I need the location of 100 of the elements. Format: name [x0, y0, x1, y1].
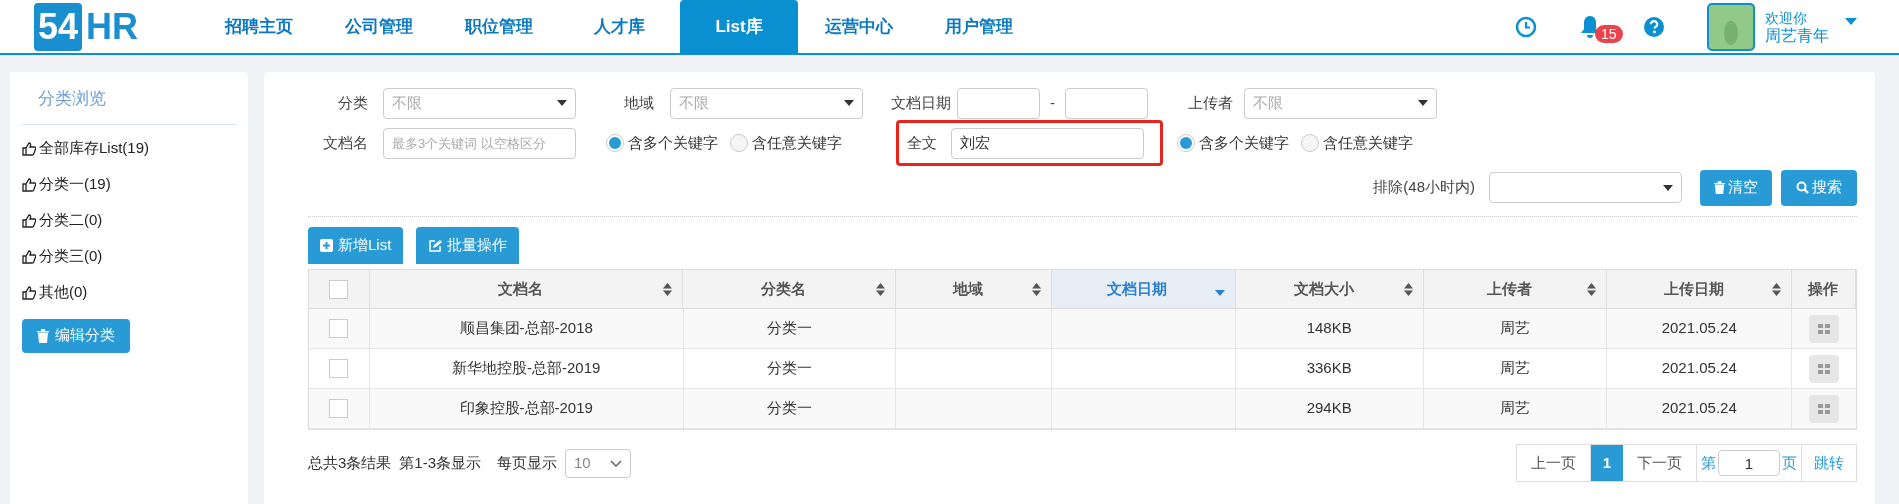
column-header[interactable]: 操作 [1792, 270, 1856, 308]
sidebar-item[interactable]: 全部库存List(19) [22, 130, 236, 167]
per-page-label: 每页显示 [497, 452, 558, 473]
trash-icon [1714, 181, 1725, 194]
trash-icon [37, 328, 49, 343]
filter-label: 文档日期 [890, 92, 951, 113]
nav-tab[interactable]: 运营中心 [800, 0, 918, 53]
nav-tab[interactable]: 职位管理 [440, 0, 558, 53]
chevron-down-icon [610, 459, 623, 467]
filter-label: 地域 [623, 92, 654, 113]
result-count: 总共3条结果 [308, 452, 392, 473]
nav-tab[interactable]: 用户管理 [920, 0, 1038, 53]
grid-icon [1818, 403, 1831, 414]
notification-count: 15 [1595, 24, 1623, 43]
select-placeholder: 不限 [679, 92, 709, 113]
end-date-field[interactable] [1065, 87, 1148, 119]
sort-icon[interactable] [1032, 282, 1041, 296]
thumbs-up-icon [22, 213, 36, 228]
column-header[interactable]: 上传者 [1423, 270, 1608, 308]
thumbs-up-icon [22, 177, 36, 192]
table-cell: 294KB [1235, 389, 1424, 428]
grid-icon [1818, 323, 1831, 334]
select-placeholder: 不限 [392, 92, 422, 113]
radio-option[interactable]: 含多个关键字 [606, 131, 718, 155]
table-cell: 2021.05.24 [1607, 389, 1793, 428]
sort-icon[interactable] [1772, 282, 1782, 296]
table-cell: 148KB [1235, 309, 1424, 348]
dropdown-caret-icon[interactable] [1845, 18, 1857, 25]
thumbs-up-icon [22, 141, 36, 156]
sort-icon[interactable] [1403, 282, 1413, 296]
row-checkbox[interactable] [329, 399, 349, 418]
row-checkbox[interactable] [329, 359, 349, 378]
column-header[interactable]: 上传日期 [1607, 270, 1793, 308]
logo[interactable]: 54 HR [34, 0, 169, 53]
sidebar-item[interactable]: 分类一(19) [22, 166, 236, 203]
doc-name-field[interactable]: 最多3个关键词 以空格区分 [383, 127, 576, 159]
filter-label: 上传者 [1187, 92, 1233, 113]
table-cell: 周艺 [1423, 309, 1608, 348]
radio-option[interactable]: 含任意关键字 [1301, 131, 1413, 155]
plus-icon [320, 239, 333, 252]
filter-label: 分类 [337, 92, 368, 113]
column-header[interactable]: 文档大小 [1235, 270, 1424, 308]
column-header[interactable]: 分类名 [683, 270, 897, 308]
action-button[interactable] [1809, 394, 1840, 423]
select-placeholder: 不限 [1253, 92, 1283, 113]
radio-option[interactable]: 含任意关键字 [730, 131, 842, 155]
nav-tab[interactable]: 公司管理 [320, 0, 438, 53]
sidebar-item[interactable]: 分类二(0) [22, 202, 236, 239]
batch-operation-button[interactable]: 批量操作 [416, 227, 520, 264]
sort-descending-icon[interactable] [1214, 290, 1225, 296]
result-range: 第1-3条显示 [399, 452, 482, 473]
dropdown-caret-icon [557, 100, 567, 106]
grid-icon [1818, 363, 1831, 374]
nav-tab[interactable]: List库 [680, 0, 798, 53]
filter-label: 文档名 [322, 132, 368, 153]
sidebar-item[interactable]: 分类三(0) [22, 238, 236, 275]
column-header[interactable]: 文档日期 [1052, 270, 1236, 308]
add-list-button[interactable]: 新增List [308, 227, 404, 264]
sort-icon[interactable] [663, 282, 673, 296]
sidebar-item[interactable]: 其他(0) [22, 274, 236, 311]
edit-category-button[interactable]: 编辑分类 [22, 318, 130, 353]
nav-tab[interactable]: 人才库 [560, 0, 678, 53]
table-cell: 顺昌集团-总部-2018 [369, 309, 684, 348]
clock-icon[interactable] [1515, 15, 1537, 38]
start-date-field[interactable] [957, 87, 1040, 119]
search-icon [1796, 181, 1809, 194]
goto-prefix: 第 [1701, 452, 1716, 473]
table-cell: 分类一 [683, 349, 897, 388]
edit-icon [428, 238, 443, 253]
page-button[interactable]: 1 [1591, 445, 1623, 481]
action-button[interactable] [1809, 314, 1840, 343]
radio-option[interactable]: 含多个关键字 [1177, 131, 1289, 155]
nav-tab[interactable]: 招聘主页 [200, 0, 318, 53]
user-name[interactable]: 周艺青年 [1765, 26, 1829, 45]
avatar[interactable] [1707, 2, 1755, 51]
row-checkbox[interactable] [329, 279, 349, 299]
help-icon[interactable] [1643, 15, 1665, 38]
column-header[interactable]: 文档名 [369, 270, 684, 308]
action-button[interactable] [1809, 354, 1840, 383]
thumbs-up-icon [22, 249, 36, 264]
table-cell: 分类一 [683, 309, 897, 348]
page-number-field[interactable]: 1 [1718, 450, 1780, 476]
uploader-select[interactable]: 不限 [1244, 87, 1437, 119]
next-page-button[interactable]: 下一页 [1623, 445, 1697, 481]
category-select[interactable]: 不限 [383, 87, 576, 119]
table-cell: 2021.05.24 [1607, 309, 1793, 348]
table-cell: 分类一 [683, 389, 897, 428]
per-page-select[interactable]: 10 [565, 448, 632, 478]
filter-label: 排除(48小时内) [1373, 177, 1475, 198]
dropdown-caret-icon [1663, 184, 1673, 191]
sort-icon[interactable] [1587, 282, 1597, 296]
dropdown-caret-icon [844, 100, 854, 106]
sort-icon[interactable] [876, 282, 886, 296]
full-text-field[interactable]: 刘宏 [951, 127, 1144, 159]
date-separator: - [1049, 92, 1056, 113]
region-select[interactable]: 不限 [670, 87, 863, 119]
search-button[interactable]: 搜索 [1781, 169, 1857, 206]
goto-button[interactable]: 跳转 [1802, 445, 1856, 481]
clear-button[interactable]: 清空 [1700, 169, 1772, 206]
row-checkbox[interactable] [329, 319, 349, 338]
